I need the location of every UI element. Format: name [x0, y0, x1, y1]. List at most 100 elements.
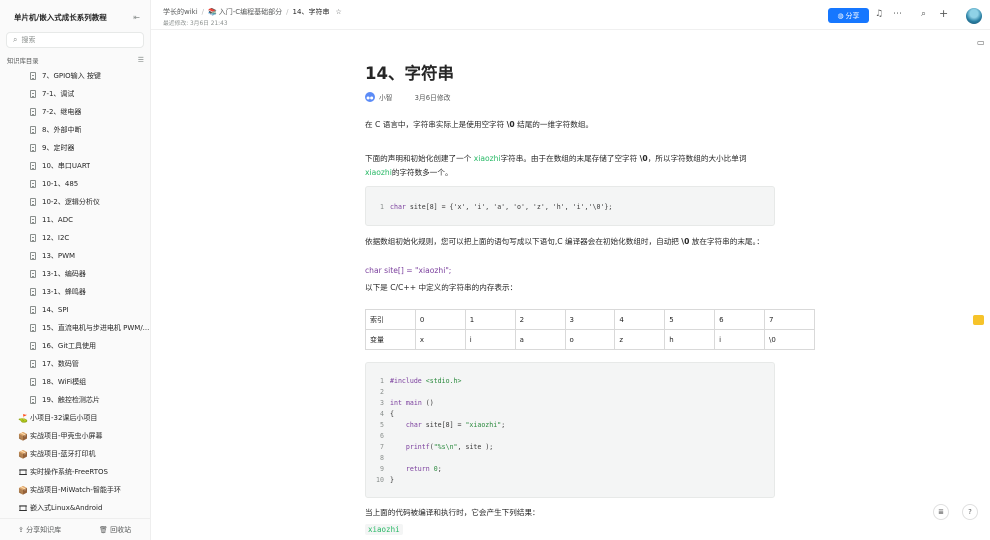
code-token: site[8] = — [421, 420, 466, 429]
sidebar-item[interactable]: 🎞 嵌入式Linux&Android — [0, 499, 151, 517]
more-icon[interactable]: ⋯ — [893, 9, 902, 19]
sidebar-header: 单片机/嵌入式成长系列教程 ⇤ — [14, 10, 140, 24]
sidebar-item-label: 17、数码管 — [42, 360, 79, 368]
sidebar: 单片机/嵌入式成长系列教程 ⇤ ⌕ 知识库目录 ☰ 7、GPIO输入 按键 7-1… — [0, 0, 151, 540]
code-token: "xiaozhi" — [465, 420, 502, 429]
share-button[interactable]: ◍ 分享 — [828, 8, 869, 23]
sidebar-item[interactable]: 13-1、编码器 — [0, 265, 151, 283]
bell-icon[interactable]: ♫ — [875, 9, 883, 19]
paragraph-declaration: 下面的声明和初始化创建了一个 xiaozhi字符串。由于在数组的末尾存储了空字符… — [365, 152, 775, 179]
breadcrumb-wiki[interactable]: 学长的wiki — [163, 7, 198, 17]
folder-icon: 📦 — [18, 431, 28, 441]
sidebar-item-label: 实战项目-甲壳虫小屏幕 — [30, 432, 103, 440]
globe-icon: ◍ — [837, 11, 844, 20]
sidebar-item[interactable]: 🎞 实时操作系统-FreeRTOS — [0, 463, 151, 481]
author-name[interactable]: 小智 — [379, 92, 393, 102]
code-block-1[interactable]: 1 char site[8] = {'x', 'i', 'a', 'o', 'z'… — [365, 186, 775, 226]
code-token: ; — [501, 420, 506, 429]
table-row: 变量 x i a o z h i \0 — [365, 329, 815, 350]
document-icon — [30, 360, 36, 368]
sidebar-item[interactable]: 12、I2C — [0, 229, 151, 247]
code-text: site[] = "xiaozhi"; — [381, 266, 452, 275]
document-icon — [30, 270, 36, 278]
directory-list-icon[interactable]: ☰ — [138, 56, 144, 64]
toc-icon[interactable]: ≣ — [933, 504, 949, 520]
sidebar-item[interactable]: 13、PWM — [0, 247, 151, 265]
avatar[interactable] — [966, 8, 982, 24]
sidebar-item[interactable]: 8、外部中断 — [0, 121, 151, 139]
sidebar-item[interactable]: 7-2、继电器 — [0, 103, 151, 121]
output-code: xiaozhi — [365, 524, 403, 535]
sidebar-item-label: 实时操作系统-FreeRTOS — [30, 468, 108, 476]
sidebar-item[interactable]: 10、串口UART — [0, 157, 151, 175]
collapse-sidebar-icon[interactable]: ⇤ — [133, 13, 140, 22]
sidebar-item[interactable]: 10-2、逻辑分析仪 — [0, 193, 151, 211]
sidebar-item-label: 16、Git工具使用 — [42, 342, 97, 350]
comment-icon[interactable]: ▭ — [977, 38, 985, 47]
inline-code: xiaozhi — [473, 154, 501, 163]
sidebar-item[interactable]: 19、触控检测芯片 — [0, 391, 151, 409]
paragraph-code-line: char site[] = "xiaozhi"; — [365, 264, 451, 278]
sidebar-item-label: 14、SPI — [42, 306, 69, 314]
document-icon — [30, 90, 36, 98]
table-cell: o — [564, 329, 616, 350]
breadcrumb-section[interactable]: 入门-C编程基础部分 — [219, 7, 282, 17]
text: 在 C 语言中，字符串实际上是使用空字符 — [365, 120, 507, 129]
line-number: 3 — [380, 398, 384, 407]
plus-icon[interactable]: + — [939, 7, 948, 20]
sidebar-item[interactable]: 📦 实战项目-甲壳虫小屏幕 — [0, 427, 151, 445]
top-header: 学长的wiki / 📚 入门-C编程基础部分 / 14、字符串 ☆ 最近修改: … — [151, 0, 990, 30]
share-button-label: 分享 — [845, 11, 860, 20]
star-icon[interactable]: ☆ — [335, 8, 341, 16]
text: 放在字符串的末尾。： — [689, 237, 764, 246]
note-icon[interactable] — [973, 315, 984, 325]
search-input[interactable] — [21, 36, 132, 44]
folder-icon: ⛳ — [18, 413, 28, 423]
line-number: 9 — [380, 464, 384, 473]
table-cell: x — [414, 329, 466, 350]
sidebar-item[interactable]: 14、SPI — [0, 301, 151, 319]
help-icon[interactable]: ? — [962, 504, 978, 520]
search-icon[interactable]: ⌕ — [921, 9, 926, 19]
trash-icon: 🗑 — [99, 525, 111, 534]
sidebar-item[interactable]: 18、WiFi模组 — [0, 373, 151, 391]
knowledge-base-title[interactable]: 单片机/嵌入式成长系列教程 — [14, 12, 107, 23]
sidebar-item-label: 实战项目-蓝牙打印机 — [30, 450, 96, 458]
sidebar-item[interactable]: 11、ADC — [0, 211, 151, 229]
line-number: 4 — [380, 409, 384, 418]
code-text: site[8] = {'x', 'i', 'a', 'o', 'z', 'h',… — [405, 202, 613, 211]
paragraph-init-rule: 依据数组初始化规则，您可以把上面的语句写成以下语句,C 编译器会在初始化数组时，… — [365, 235, 775, 249]
page-title: 14、字符串 — [365, 64, 454, 83]
code-token: char — [405, 420, 422, 429]
sidebar-item[interactable]: 10-1、485 — [0, 175, 151, 193]
sidebar-item[interactable]: 17、数码管 — [0, 355, 151, 373]
code-line: 6 — [366, 430, 774, 441]
document-icon — [30, 378, 36, 386]
sidebar-item[interactable]: ⛳ 小项目-32课后小项目 — [0, 409, 151, 427]
sidebar-item[interactable]: 7-1、调试 — [0, 85, 151, 103]
text: ，所以字符数组的大小比单词 — [647, 154, 747, 163]
sidebar-item-label: 11、ADC — [42, 216, 73, 224]
sidebar-item[interactable]: 7、GPIO输入 按键 — [0, 67, 151, 85]
breadcrumb-current: 14、字符串 — [292, 8, 330, 16]
sidebar-item[interactable]: 📦 实战项目-MiWatch-智能手环 — [0, 481, 151, 499]
line-number: 5 — [380, 420, 384, 429]
sidebar-item-label: 小项目-32课后小项目 — [30, 414, 98, 422]
document-icon — [30, 306, 36, 314]
sidebar-item[interactable]: 15、直流电机与步进电机 PWM/... — [0, 319, 151, 337]
share-label: 分享知识库 — [26, 525, 62, 534]
code-token: <stdio.h> — [425, 376, 462, 385]
document-icon — [30, 144, 36, 152]
table-cell: 4 — [614, 309, 666, 330]
share-knowledge-base-button[interactable]: ⇪ 分享知识库 — [18, 525, 61, 535]
code-token: #include — [390, 376, 426, 385]
sidebar-item[interactable]: 16、Git工具使用 — [0, 337, 151, 355]
directory-tree: 7、GPIO输入 按键 7-1、调试 7-2、继电器 8、外部中断 9、定时器 10、串口… — [0, 67, 151, 517]
sidebar-item[interactable]: 13-1、蜂鸣器 — [0, 283, 151, 301]
sidebar-item[interactable]: 9、定时器 — [0, 139, 151, 157]
search-box[interactable]: ⌕ — [6, 32, 144, 48]
code-block-2[interactable]: 1 #include <stdio.h> 2 3 int main () 4{5 char… — [365, 362, 775, 498]
sidebar-item[interactable]: 📦 实战项目-蓝牙打印机 — [0, 445, 151, 463]
trash-button[interactable]: 🗑 回收站 — [99, 525, 131, 535]
code-token: } — [390, 475, 394, 484]
